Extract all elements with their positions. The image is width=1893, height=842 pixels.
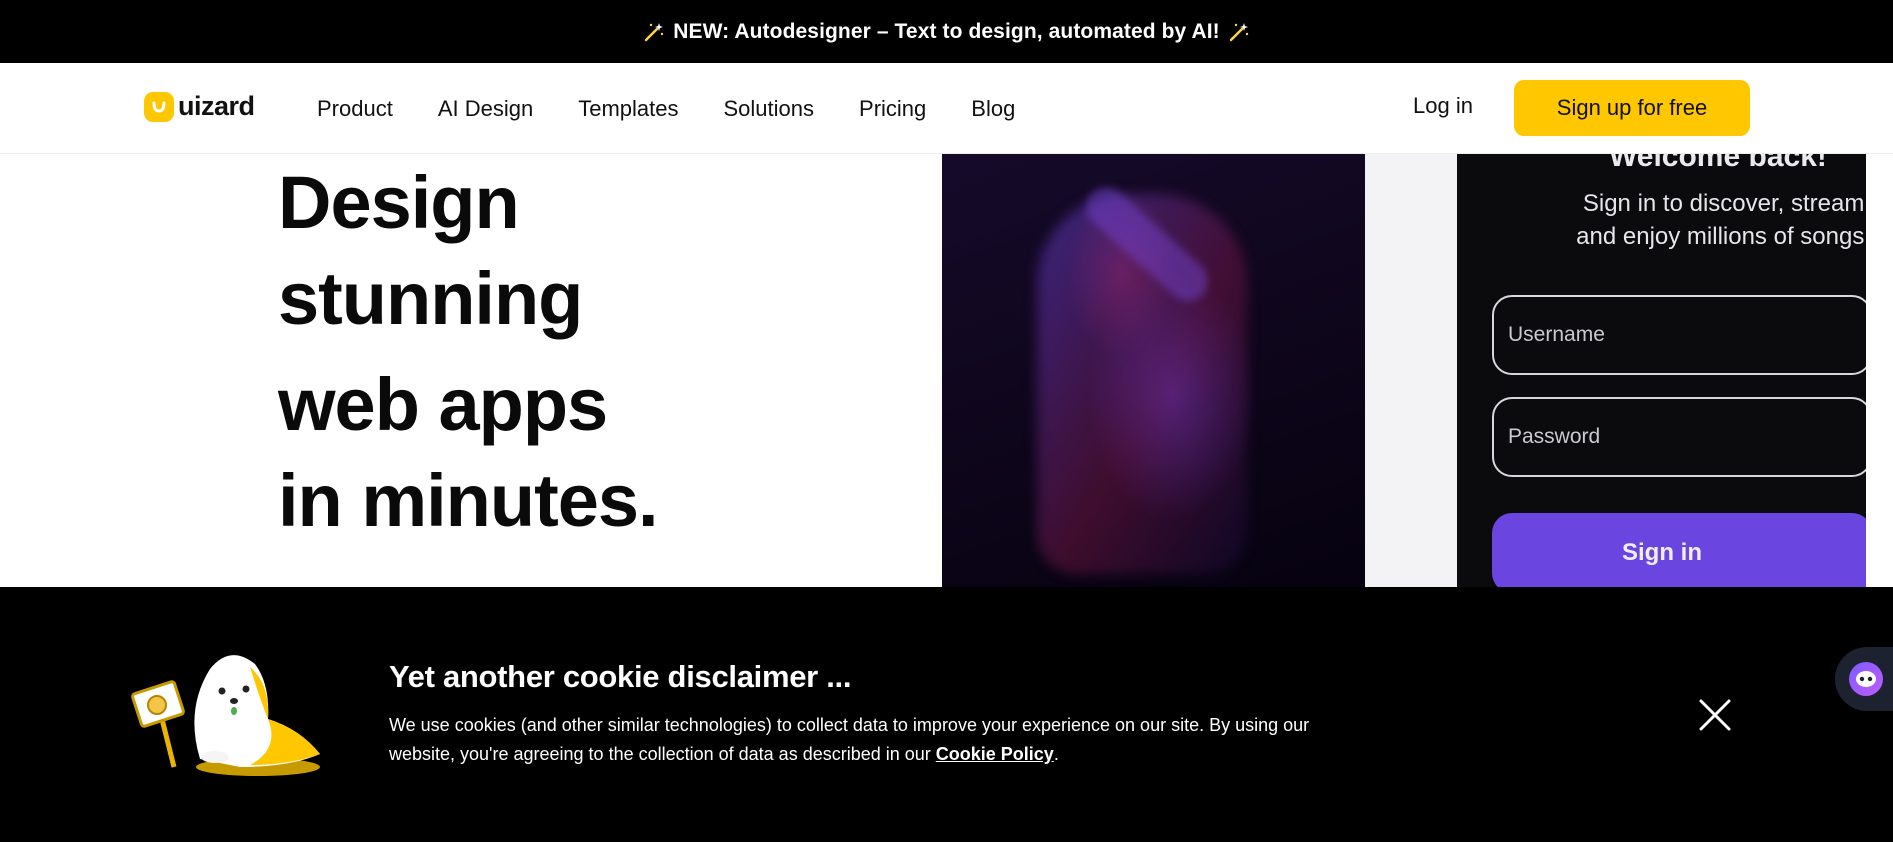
logo-text: uizard (178, 91, 255, 121)
hero-headline: Design stunning web apps in minutes. (278, 155, 659, 549)
seal-mascot-icon (131, 655, 320, 776)
chat-launcher-button[interactable] (1835, 647, 1893, 711)
cookie-text-suffix: . (1053, 744, 1059, 764)
mockup-welcome-title: Welcome back! (1609, 154, 1827, 173)
cookie-policy-link[interactable]: Cookie Policy (936, 744, 1054, 764)
main-nav: uizard Product AI Design Templates Solut… (0, 63, 1893, 154)
cookie-text-prefix: We use cookies (and other similar techno… (389, 715, 1310, 764)
mockup-subtitle: Sign in to discover, stream, and enjoy m… (1576, 190, 1866, 250)
logo-mark-icon (144, 91, 174, 122)
nav-item-templates[interactable]: Templates (578, 96, 678, 122)
hero-line: Design (278, 161, 520, 244)
cookie-title: Yet another cookie disclaimer ... (389, 659, 852, 694)
mockup-password-field: Password (1492, 397, 1866, 477)
nav-item-pricing[interactable]: Pricing (859, 96, 926, 122)
nav-item-product[interactable]: Product (317, 96, 393, 122)
cookie-text: We use cookies (and other similar techno… (389, 711, 1339, 769)
nav-item-solutions[interactable]: Solutions (724, 96, 815, 122)
nav-item-ai-design[interactable]: AI Design (438, 96, 533, 122)
mockup-divider (1365, 154, 1457, 587)
nav-menu: Product AI Design Templates Solutions Pr… (317, 63, 1060, 154)
cookie-banner: Yet another cookie disclaimer ... We use… (0, 587, 1893, 842)
hero-line: stunning (278, 257, 583, 340)
hero-line: in minutes. (278, 459, 659, 542)
hero-line: web apps (278, 363, 608, 446)
signup-button[interactable]: Sign up for free (1514, 80, 1750, 136)
phone-login-mockup: Welcome back! Sign in to discover, strea… (1457, 154, 1866, 587)
uizard-logo[interactable]: uizard (144, 91, 255, 122)
hero-dancer-image (942, 154, 1365, 587)
announcement-text: NEW: Autodesigner – Text to design, auto… (673, 19, 1220, 43)
close-icon[interactable] (1697, 697, 1733, 733)
chat-assistant-icon (1849, 662, 1883, 696)
mockup-signin-button: Sign in (1492, 513, 1866, 587)
magic-wand-icon (1228, 21, 1250, 43)
mockup-username-field: Username (1492, 295, 1866, 375)
magic-wand-icon (643, 21, 665, 43)
login-link[interactable]: Log in (1413, 93, 1473, 119)
nav-item-blog[interactable]: Blog (971, 96, 1015, 122)
announcement-bar[interactable]: NEW: Autodesigner – Text to design, auto… (0, 0, 1893, 63)
